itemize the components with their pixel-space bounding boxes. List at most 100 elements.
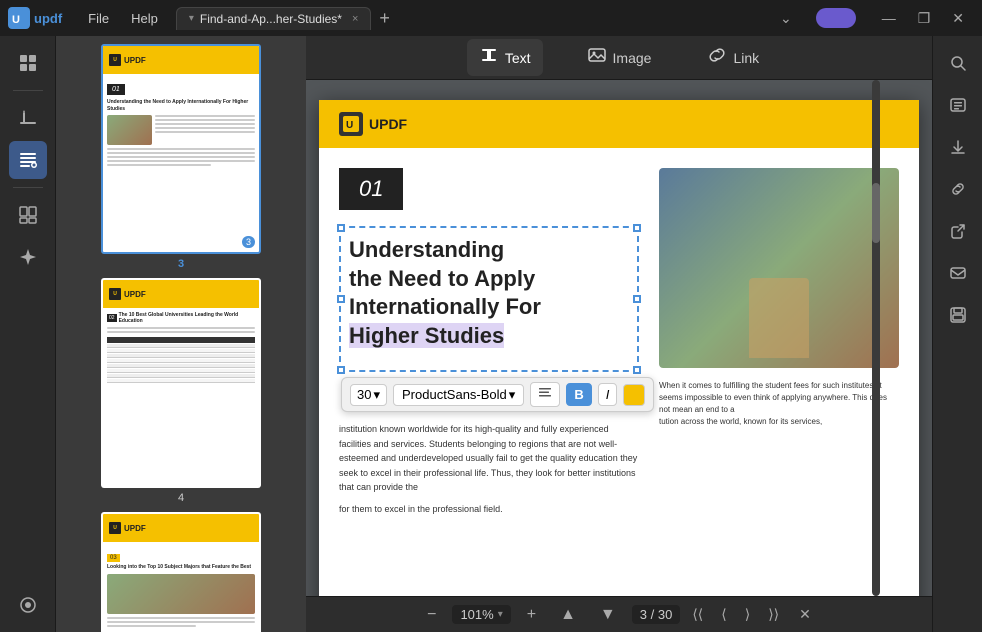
toolbar-text[interactable]: Text bbox=[467, 39, 543, 76]
sidebar-item-annotate[interactable] bbox=[9, 99, 47, 137]
thumbnail-page-4[interactable]: U UPDF 02 The 10 Best Global Universitie… bbox=[64, 278, 298, 504]
zoom-level-text: 101% bbox=[460, 607, 493, 622]
thumb4-header: U UPDF bbox=[103, 280, 259, 308]
pdf-header: U UPDF bbox=[319, 100, 919, 148]
toolbar-text-label: Text bbox=[505, 50, 531, 66]
sidebar-divider-2 bbox=[13, 187, 43, 188]
right-sidebar-ocr[interactable] bbox=[939, 86, 977, 124]
thumbnail-panel: U UPDF 01 Understanding the Need to Appl… bbox=[56, 36, 306, 632]
ocr-icon bbox=[949, 96, 967, 114]
menu-file[interactable]: File bbox=[78, 7, 119, 30]
zoom-display: 101% ▾ bbox=[452, 605, 510, 624]
close-button[interactable]: ✕ bbox=[942, 6, 974, 31]
pdf-header-logo-text: UPDF bbox=[369, 116, 407, 132]
active-tab[interactable]: ▾ Find-and-Ap...her-Studies* × bbox=[176, 7, 372, 30]
article-photo bbox=[659, 168, 899, 368]
thumb4-line-1 bbox=[107, 327, 255, 329]
align-icon bbox=[538, 386, 552, 400]
bold-button[interactable]: B bbox=[566, 383, 591, 406]
scroll-up-button[interactable]: ▲ bbox=[552, 602, 584, 628]
thumbnail-page-3[interactable]: U UPDF 01 Understanding the Need to Appl… bbox=[64, 44, 298, 270]
thumb4-row-7 bbox=[107, 374, 255, 378]
search-icon bbox=[949, 54, 967, 72]
text-icon bbox=[479, 45, 499, 65]
thumb3-badge: 3 bbox=[242, 236, 255, 248]
zoom-out-button[interactable]: − bbox=[419, 602, 444, 628]
sidebar-divider-1 bbox=[13, 90, 43, 91]
right-sidebar-share[interactable] bbox=[939, 212, 977, 250]
thumb4-logo: U UPDF bbox=[109, 288, 146, 300]
annotate-icon bbox=[18, 108, 38, 128]
font-name-select[interactable]: ProductSans-Bold ▾ bbox=[393, 384, 524, 406]
nav-close-button[interactable]: ✕ bbox=[791, 602, 819, 627]
right-caption-2: tution across the world, known for its s… bbox=[659, 416, 899, 428]
title-bar: U updf File Help ▾ Find-and-Ap...her-Stu… bbox=[0, 0, 982, 36]
thumb4-table-header bbox=[107, 337, 255, 343]
pdf-body-text-1: institution known worldwide for its high… bbox=[339, 422, 639, 494]
right-sidebar-link[interactable] bbox=[939, 170, 977, 208]
right-sidebar-mail[interactable] bbox=[939, 254, 977, 292]
title-menu: File Help bbox=[78, 7, 168, 30]
thumb4-row-6 bbox=[107, 369, 255, 373]
thumb3-line-3 bbox=[155, 123, 255, 125]
handle-br bbox=[633, 366, 641, 374]
thumb3-body-line-3 bbox=[107, 156, 255, 158]
thumb4-body: 02 The 10 Best Global Universities Leadi… bbox=[103, 308, 259, 387]
zoom-dropdown-arrow[interactable]: ▾ bbox=[498, 609, 503, 620]
right-sidebar-search[interactable] bbox=[939, 44, 977, 82]
right-sidebar-save[interactable] bbox=[939, 296, 977, 334]
handle-ml bbox=[337, 295, 345, 303]
text-edit-box[interactable]: Understanding the Need to Apply Internat… bbox=[339, 226, 639, 372]
sidebar-item-ai[interactable] bbox=[9, 238, 47, 276]
scroll-down-button[interactable]: ▼ bbox=[592, 602, 624, 628]
sidebar-item-organize[interactable] bbox=[9, 196, 47, 234]
pdf-page: U UPDF 01 bbox=[319, 100, 919, 596]
thumbnail-4-image: U UPDF 02 The 10 Best Global Universitie… bbox=[101, 278, 261, 488]
thumb4-row-3 bbox=[107, 354, 255, 358]
page-prev-button[interactable]: ⟨ bbox=[715, 602, 732, 627]
thumb4-row-2 bbox=[107, 349, 255, 353]
sidebar-item-bottom[interactable] bbox=[9, 586, 47, 624]
text-align-button[interactable] bbox=[530, 382, 560, 407]
font-size-select[interactable]: 30 ▾ bbox=[350, 384, 387, 406]
add-tab-button[interactable]: + bbox=[371, 8, 398, 29]
page-next-button[interactable]: ⟩ bbox=[739, 602, 756, 627]
page-number-box: 01 bbox=[339, 168, 403, 210]
sidebar-item-edit[interactable] bbox=[9, 141, 47, 179]
right-sidebar-import[interactable] bbox=[939, 128, 977, 166]
text-toolbar-icon bbox=[479, 45, 499, 70]
thumb3-text-lines bbox=[155, 115, 255, 145]
page-first-button[interactable]: ⟨⟨ bbox=[686, 602, 709, 627]
thumb3-logo-box: U bbox=[109, 54, 121, 66]
maximize-button[interactable]: ❐ bbox=[908, 6, 941, 31]
pdf-body-text-2: for them to excel in the professional fi… bbox=[339, 502, 639, 516]
italic-button[interactable]: I bbox=[598, 383, 618, 406]
page-last-button[interactable]: ⟩⟩ bbox=[762, 602, 785, 627]
thumbnail-page-5[interactable]: U UPDF 03 Looking into the Top 10 Subjec… bbox=[64, 512, 298, 632]
thumb5-logo-label: UPDF bbox=[124, 524, 146, 533]
toolbar-link[interactable]: Link bbox=[695, 39, 771, 76]
font-color-button[interactable] bbox=[623, 384, 645, 406]
pdf-title-line4: Higher Studies bbox=[349, 323, 504, 348]
edit-icon bbox=[18, 150, 38, 170]
zoom-in-button[interactable]: + bbox=[519, 602, 544, 628]
thumb5-line-2 bbox=[107, 621, 255, 623]
sidebar-item-thumbnail[interactable] bbox=[9, 44, 47, 82]
link-icon bbox=[707, 45, 727, 65]
font-name-value: ProductSans-Bold bbox=[402, 387, 507, 402]
thumb3-image-area bbox=[107, 115, 255, 145]
tab-close-button[interactable]: × bbox=[352, 13, 358, 25]
settings-icon bbox=[18, 595, 38, 615]
menu-help[interactable]: Help bbox=[121, 7, 168, 30]
thumb3-body-line-1 bbox=[107, 148, 255, 150]
page-separator: / bbox=[651, 607, 658, 622]
minimize-button[interactable]: — bbox=[872, 6, 906, 31]
pdf-title-line1: Understanding bbox=[349, 237, 504, 262]
toolbar-image[interactable]: Image bbox=[575, 39, 664, 76]
content-area[interactable]: U UPDF 01 bbox=[306, 80, 932, 596]
tab-more-button[interactable]: ⌄ bbox=[772, 10, 800, 27]
scrollbar-thumb[interactable] bbox=[872, 183, 880, 243]
thumb3-logo: U UPDF bbox=[109, 54, 146, 66]
thumb5-logo-u: U bbox=[113, 525, 117, 531]
thumb3-line-5 bbox=[155, 131, 255, 133]
